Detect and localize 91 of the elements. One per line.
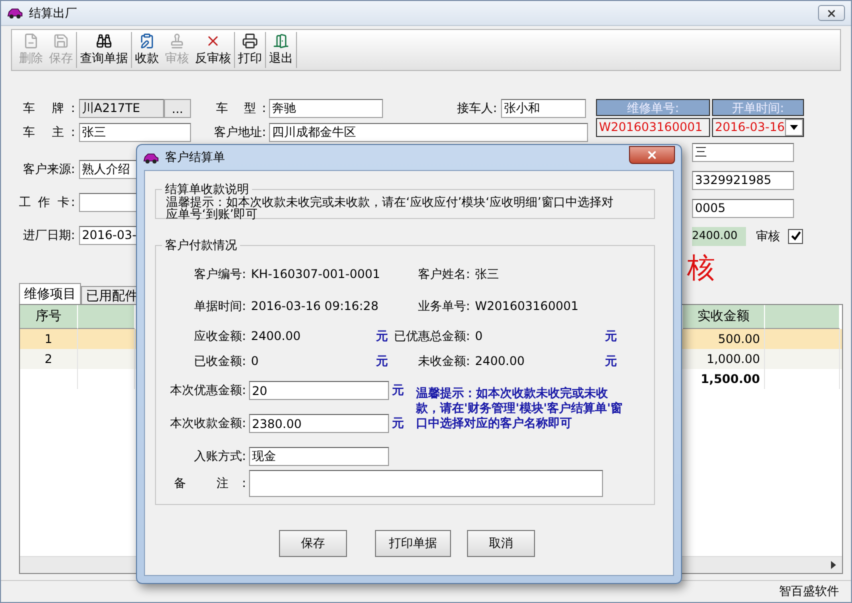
field-label: 客户姓名:: [416, 266, 470, 282]
currency-unit: 元: [605, 352, 618, 370]
close-button[interactable]: [629, 146, 675, 164]
column-header: 维修单号:: [596, 99, 710, 116]
field-label: 车 型:: [216, 100, 266, 117]
model-field[interactable]: 奔驰: [269, 99, 383, 118]
printer-icon: [242, 33, 258, 49]
group-title: 结算单收款说明: [164, 181, 250, 196]
group-title: 客户付款情况: [164, 237, 238, 254]
field-value: 张三: [475, 266, 500, 282]
currency-unit: 元: [605, 328, 618, 344]
total-cell: 1,500.00: [683, 369, 765, 389]
order-number-field[interactable]: W201603160001: [596, 118, 710, 137]
door-icon: [273, 33, 289, 49]
audit-status-text: 核: [687, 254, 715, 282]
caret-icon: [785, 119, 803, 136]
field-label: 客户地址:: [212, 124, 266, 141]
remark-field[interactable]: [249, 470, 603, 497]
amount-field: 2400.00: [692, 226, 746, 246]
field-value: 0: [475, 329, 484, 343]
plate-field[interactable]: 川A217TE: [79, 99, 164, 118]
date-dropdown[interactable]: 2016-03-16: [712, 118, 804, 137]
input-field[interactable]: 2016-03-: [79, 226, 137, 244]
field-label: 接车人:: [456, 100, 497, 117]
field-label: 已收金额:: [192, 352, 246, 370]
field-label: 本次优惠金额:: [168, 382, 246, 399]
field-label: 已优惠总金额:: [394, 328, 470, 344]
field-label: 备 注:: [174, 475, 246, 492]
car-icon: [7, 7, 23, 19]
field-label: 业务单号:: [416, 298, 470, 314]
dialog-button[interactable]: 打印单据: [375, 530, 451, 557]
field-value: 2400.00: [475, 354, 526, 368]
column-header: 序号: [20, 305, 78, 329]
currency-unit: 元: [392, 382, 405, 399]
file-minus-icon: [23, 33, 39, 49]
field-label: 本次收款金额:: [168, 415, 246, 432]
field-label: 车 牌:: [23, 100, 75, 117]
dialog-title: 客户结算单: [165, 149, 225, 166]
column-header: 开单时间:: [712, 99, 804, 116]
address-field[interactable]: 四川成都金牛区: [269, 123, 588, 142]
stamp-icon: [169, 33, 185, 49]
status-text: 智百盛软件: [779, 582, 839, 600]
toolbar-button[interactable]: 退出: [266, 32, 297, 68]
input-field[interactable]: 三: [692, 142, 794, 162]
receiver-field[interactable]: 张小和: [501, 99, 586, 118]
audit-label: 审核: [755, 228, 780, 244]
tip-text: 温馨提示：如本次收款未收完或未收款，请在'财务管理'模块'客户结算单'窗口中选择对应的客户名称即可: [416, 386, 624, 432]
currency-unit: 元: [376, 352, 389, 370]
tab[interactable]: 维修项目: [19, 283, 81, 304]
input-field[interactable]: 现金: [249, 447, 389, 466]
input-field[interactable]: 2380.00: [249, 414, 389, 433]
field-label: 进厂日期:: [22, 226, 75, 244]
field-value: W201603160001: [475, 299, 580, 313]
binoculars-icon: [96, 33, 112, 49]
field-label: 入账方式:: [192, 448, 246, 465]
toolbar-button[interactable]: 收款: [132, 32, 162, 68]
browse-button[interactable]: ...: [164, 99, 191, 118]
column-header: 实收金额: [683, 305, 765, 329]
input-field[interactable]: 3329921985: [692, 170, 794, 190]
toolbar-button[interactable]: 反审核: [192, 32, 235, 68]
currency-unit: 元: [392, 415, 405, 432]
toolbar-button[interactable]: 打印: [235, 32, 266, 68]
close-icon: [646, 148, 658, 160]
input-field[interactable]: 0005: [692, 198, 794, 218]
field-value: 2400.00: [251, 329, 302, 343]
save-icon: [53, 33, 69, 49]
field-value: 0: [251, 354, 260, 368]
dialog-button[interactable]: 取消: [467, 530, 535, 557]
close-button[interactable]: [818, 5, 845, 21]
field-label: 未收金额:: [416, 352, 470, 370]
field-label: 客户来源:: [22, 160, 75, 178]
field-label: 应收金额:: [192, 328, 246, 344]
car-icon: [143, 152, 159, 164]
toolbar-button[interactable]: 查询单据: [77, 32, 132, 68]
currency-unit: 元: [376, 328, 389, 344]
field-label: 工 作 卡:: [19, 194, 75, 210]
input-field[interactable]: 熟人介绍: [79, 160, 137, 178]
owner-field[interactable]: 张三: [79, 123, 191, 142]
field-label: 客户编号:: [192, 266, 246, 282]
field-label: 车 主:: [23, 124, 75, 141]
clipboard-pen-icon: [139, 33, 155, 49]
input-field[interactable]: [79, 192, 137, 212]
window-title: 结算出厂: [29, 4, 77, 22]
field-label: 单据时间:: [192, 298, 246, 314]
audit-checkbox[interactable]: [788, 228, 803, 244]
dialog-button[interactable]: 保存: [279, 530, 347, 557]
scroll-right-icon[interactable]: [831, 561, 836, 569]
input-field[interactable]: 20: [249, 381, 389, 400]
field-value: 2016-03-16 09:16:28: [251, 299, 376, 313]
close-icon: [826, 8, 837, 18]
notice-text: 温馨提示：如本次收款未收完或未收款，请在‘应收应付’模块‘应收明细’窗口中选择对应单号‘到账’即可: [166, 196, 614, 220]
